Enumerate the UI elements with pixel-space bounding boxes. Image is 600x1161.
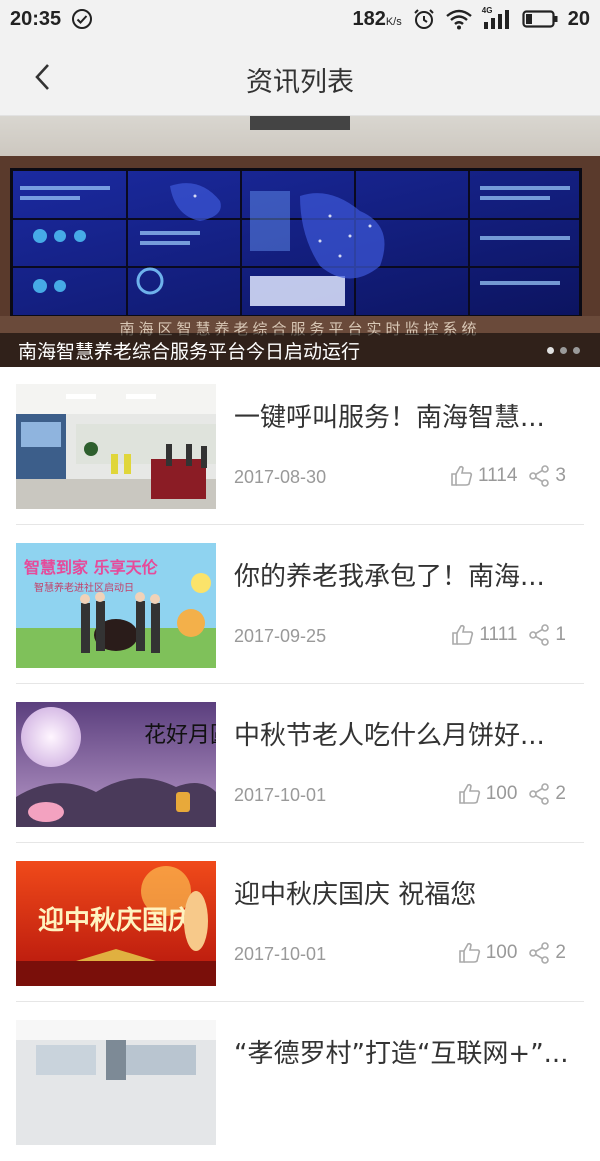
news-thumbnail — [16, 384, 216, 509]
news-stats: 1111 1 — [451, 623, 566, 647]
like-count[interactable]: 1111 — [451, 623, 517, 647]
moon-calligraphy: 花好月圆 — [144, 723, 216, 748]
battery-icon — [522, 9, 558, 29]
poster-subline: 智慧养老进社区启动日 — [34, 581, 134, 594]
share-icon — [527, 623, 551, 647]
news-stats: 1114 3 — [450, 464, 566, 488]
cellular-signal-icon: 4G — [482, 6, 512, 30]
banner-caption: 南海智慧养老综合服务平台今日启动运行 — [18, 340, 361, 363]
news-title: 一键呼叫服务！南海智慧... — [234, 403, 545, 433]
status-bar: 20:35 182K/s 4G 20 — [0, 0, 600, 38]
thumbs-up-icon — [458, 782, 482, 806]
news-item[interactable]: 花好月圆 中秋节老人吃什么月饼好... 2017-10-01 100 2 — [16, 685, 584, 843]
news-title: 中秋节老人吃什么月饼好... — [234, 721, 545, 751]
thumbs-up-icon — [458, 941, 482, 965]
poster-headline: 智慧到家 乐享天伦 — [24, 558, 159, 577]
share-icon — [527, 782, 551, 806]
news-date: 2017-08-30 — [234, 467, 327, 487]
carousel-indicator — [547, 347, 580, 354]
news-item[interactable]: “孝德罗村”打造“互联网+”... — [16, 1003, 584, 1161]
page-title: 资讯列表 — [246, 67, 354, 98]
carousel-dot[interactable] — [547, 347, 554, 354]
battery-level: 20 — [567, 7, 590, 30]
news-stats: 100 2 — [458, 782, 566, 806]
like-count[interactable]: 100 — [458, 782, 517, 806]
share-icon — [527, 941, 551, 965]
news-thumbnail: 花好月圆 — [16, 702, 216, 827]
news-date: 2017-10-01 — [234, 944, 327, 964]
like-count[interactable]: 100 — [458, 941, 517, 965]
news-date: 2017-09-25 — [234, 626, 327, 646]
share-count[interactable]: 3 — [527, 464, 566, 488]
share-count[interactable]: 2 — [527, 941, 566, 965]
news-item[interactable]: 一键呼叫服务！南海智慧... 2017-08-30 1114 3 — [16, 367, 584, 525]
news-stats: 100 2 — [458, 941, 566, 965]
news-item[interactable]: 迎中秋庆国庆 迎中秋庆国庆 祝福您 2017-10-01 100 2 — [16, 844, 584, 1002]
banner-caption-bar: 南海智慧养老综合服务平台今日启动运行 — [0, 333, 600, 367]
network-speed: 182K/s — [352, 7, 402, 30]
share-icon — [527, 464, 551, 488]
banner-carousel[interactable]: 南海区智慧养老综合服务平台实时监控系统 南海智慧养老综合服务平台今日启动运行 — [0, 116, 600, 367]
banner-image: 南海区智慧养老综合服务平台实时监控系统 — [0, 116, 600, 367]
like-count[interactable]: 1114 — [450, 464, 517, 488]
news-title: 迎中秋庆国庆 祝福您 — [234, 880, 477, 910]
alarm-clock-icon — [412, 7, 436, 31]
thumbs-up-icon — [451, 623, 475, 647]
news-title: 你的养老我承包了！南海... — [234, 562, 545, 592]
share-count[interactable]: 1 — [527, 623, 566, 647]
clock: 20:35 — [10, 7, 62, 30]
news-thumbnail — [16, 1020, 216, 1145]
carousel-dot[interactable] — [560, 347, 567, 354]
carousel-dot[interactable] — [573, 347, 580, 354]
news-date: 2017-10-01 — [234, 785, 327, 805]
news-thumbnail: 智慧到家 乐享天伦 智慧养老进社区启动日 — [16, 543, 216, 668]
wifi-icon — [445, 8, 472, 30]
news-thumbnail: 迎中秋庆国庆 — [16, 861, 216, 986]
share-count[interactable]: 2 — [527, 782, 566, 806]
news-title: “孝德罗村”打造“互联网+”... — [234, 1039, 569, 1069]
thumbs-up-icon — [450, 464, 474, 488]
festival-calligraphy: 迎中秋庆国庆 — [38, 905, 194, 936]
news-item[interactable]: 智慧到家 乐享天伦 智慧养老进社区启动日 你的养老我承包了！南海... 2017… — [16, 526, 584, 684]
nav-bar: 资讯列表 — [0, 38, 600, 116]
check-circle-icon — [71, 8, 93, 30]
